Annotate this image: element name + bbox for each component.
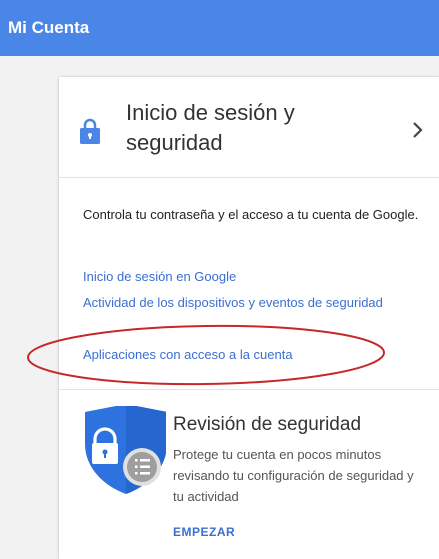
- card-description: Controla tu contraseña y el acceso a tu …: [83, 207, 419, 222]
- shield-lock-icon: [85, 406, 166, 494]
- page: Mi Cuenta Inicio de sesión y seguridad C…: [0, 0, 439, 559]
- link-signin-google[interactable]: Inicio de sesión en Google: [83, 266, 236, 288]
- app-title: Mi Cuenta: [8, 18, 90, 37]
- security-review-title: Revisión de seguridad: [173, 414, 362, 435]
- chevron-right-icon[interactable]: [412, 121, 424, 139]
- top-app-bar: Mi Cuenta: [0, 0, 439, 56]
- divider: [59, 389, 439, 390]
- link-apps-with-access[interactable]: Aplicaciones con acceso a la cuenta: [83, 344, 293, 366]
- start-button[interactable]: EMPEZAR: [173, 525, 235, 539]
- divider: [59, 177, 439, 178]
- lock-icon: [80, 118, 100, 144]
- card-title: Inicio de sesión y seguridad: [126, 100, 295, 155]
- security-review-description: Protege tu cuenta en pocos minutos revis…: [173, 447, 414, 504]
- card-header[interactable]: Inicio de sesión y seguridad: [59, 77, 439, 177]
- link-device-activity[interactable]: Actividad de los dispositivos y eventos …: [83, 292, 423, 314]
